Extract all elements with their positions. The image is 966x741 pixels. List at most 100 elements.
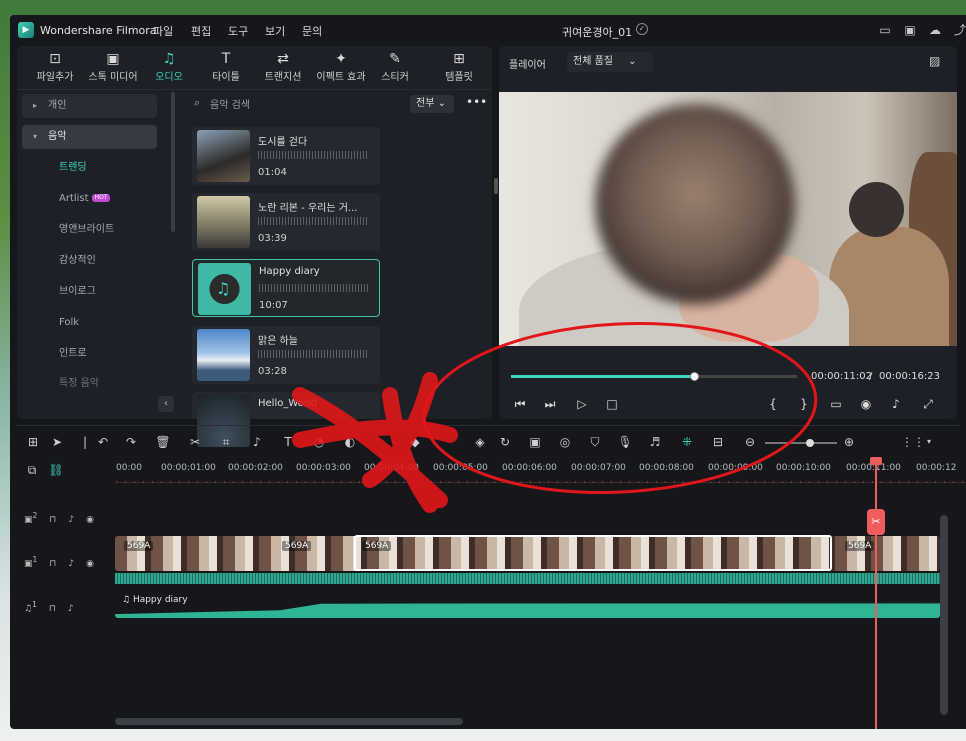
menu-view[interactable]: 보기 — [265, 23, 285, 39]
timeline-horizontal-scrollbar[interactable] — [115, 718, 463, 725]
render-preview-icon[interactable]: ⊟ — [710, 434, 726, 450]
tab-stock-media[interactable]: ▣ 스톡 미디어 — [81, 50, 145, 83]
tab-import[interactable]: ⊡ 파일추가 — [23, 50, 87, 83]
select-tool-icon[interactable]: ➤ — [49, 434, 65, 450]
prev-frame-icon[interactable]: ⏮ — [511, 397, 529, 412]
menu-help[interactable]: 문의 — [302, 23, 322, 39]
sidebar-item-artlist[interactable]: Artlist HOT — [22, 187, 157, 211]
next-frame-icon[interactable]: ⏭ — [541, 397, 559, 412]
audio-adjust-icon[interactable]: ♪ — [249, 434, 265, 450]
sidebar-item-folk[interactable]: Folk — [22, 311, 157, 335]
mark-out-icon[interactable]: } — [795, 397, 813, 411]
eye-icon[interactable]: ◉ — [86, 515, 94, 525]
music-clip[interactable] — [115, 602, 940, 618]
delete-icon[interactable]: 🗑 — [155, 434, 171, 450]
zoom-out-icon[interactable]: ⊖ — [742, 434, 758, 450]
lock-icon[interactable]: ⊓ — [49, 604, 56, 614]
sidebar-item-specific[interactable]: 특정 음악 — [22, 372, 157, 396]
music-list-scrollbar[interactable] — [494, 178, 498, 194]
tab-audio[interactable]: ♫ 오디오 — [137, 50, 201, 83]
save-icon[interactable]: ▣ — [903, 23, 917, 37]
zoom-slider[interactable] — [765, 439, 837, 447]
sidebar-item-young-bright[interactable]: 영앤브라이트 — [22, 218, 157, 242]
music-item-selected[interactable]: ♫ Happy diary 10:07 — [192, 259, 380, 317]
keyframe-icon[interactable]: ◆ — [407, 434, 423, 450]
playhead[interactable] — [875, 458, 877, 729]
tab-titles[interactable]: T 타이틀 — [194, 50, 258, 83]
motion-icon[interactable]: ↻ — [497, 434, 513, 450]
camera-snapshot-icon[interactable]: ◉ — [857, 397, 875, 411]
speed-icon[interactable]: ◔ — [311, 434, 327, 450]
hot-badge: HOT — [91, 194, 111, 202]
mask-icon[interactable]: ◈ — [472, 434, 488, 450]
sidebar-item-vlog[interactable]: 브이로그 — [22, 280, 157, 304]
sidebar-scrollbar[interactable] — [171, 92, 175, 232]
search-icon: ⌕ — [194, 96, 201, 109]
waveform — [259, 284, 369, 292]
sidebar-item-trending[interactable]: 트렌딩 — [22, 156, 157, 180]
audio-mute-icon[interactable]: ♪ — [68, 515, 74, 525]
audio-mute-icon[interactable]: ♪ — [68, 559, 74, 569]
play-icon[interactable]: ▷ — [573, 397, 591, 411]
color-icon[interactable]: ◐ — [342, 434, 358, 450]
cut-icon[interactable]: ✂ — [187, 434, 203, 450]
ruler-tick-label: 00:00:08:00 — [639, 463, 694, 473]
tab-templates[interactable]: ⊞ 템플릿 — [427, 50, 491, 83]
playhead-handle[interactable] — [870, 457, 882, 465]
link-icon[interactable]: ⛓ — [48, 462, 64, 478]
sidebar-item-personal[interactable]: ▸ 개인 — [22, 94, 157, 118]
snap-icon[interactable]: ⁜ — [679, 434, 695, 450]
crop-icon[interactable]: ⌗ — [218, 434, 234, 450]
tab-stickers[interactable]: ✎ 스티커 — [363, 50, 427, 83]
export-icon[interactable]: ⤴ — [953, 23, 966, 37]
more-options-icon[interactable]: ••• — [466, 95, 487, 109]
music-search-input[interactable] — [210, 95, 410, 115]
chevron-down-icon[interactable]: ▾ — [921, 434, 937, 450]
stop-icon[interactable]: □ — [603, 397, 621, 411]
grid-layout-icon[interactable]: ⊞ — [25, 434, 41, 450]
tab-transitions[interactable]: ⇄ 트랜지션 — [251, 50, 315, 83]
music-item[interactable]: 맑은 하늘 03:28 — [192, 326, 380, 384]
sidebar-item-music[interactable]: ▾ 음악 — [22, 125, 157, 149]
text-tool-icon[interactable]: T — [280, 434, 296, 450]
zoom-in-icon[interactable]: ⊕ — [841, 434, 857, 450]
redo-icon[interactable]: ↷ — [123, 434, 139, 450]
collapse-sidebar-button[interactable]: ‹ — [158, 396, 174, 412]
timeline-ruler[interactable]: 00:00 00:00:01:00 00:00:02:00 00:00:03:00 00… — [116, 459, 966, 483]
track-layout-icon[interactable]: ⋮⋮ — [901, 434, 925, 450]
progress-handle[interactable] — [690, 372, 700, 381]
display-icon[interactable]: ▭ — [827, 397, 845, 411]
eye-icon[interactable]: ◉ — [86, 559, 94, 569]
lock-icon[interactable]: ⊓ — [49, 559, 56, 569]
marker-icon[interactable]: ⛉ — [587, 434, 603, 450]
ai-tool-icon[interactable]: ◎ — [557, 434, 573, 450]
fullscreen-icon[interactable]: ⤢ — [919, 397, 937, 412]
stabilize-icon[interactable]: ▣ — [527, 434, 543, 450]
layout-icon[interactable]: ▭ — [878, 23, 892, 37]
mark-in-icon[interactable]: { — [764, 397, 782, 411]
music-item[interactable]: 도시를 걷다 01:04 — [192, 127, 380, 185]
undo-icon[interactable]: ↶ — [95, 434, 111, 450]
menu-edit[interactable]: 편집 — [191, 23, 211, 39]
playback-progress-bar[interactable] — [511, 372, 797, 381]
sidebar-item-sentimental[interactable]: 감상적인 — [22, 249, 157, 273]
snapshot-view-icon[interactable]: ▨ — [929, 54, 940, 68]
audio-mix-icon[interactable]: ♬ — [647, 434, 663, 450]
microphone-icon[interactable]: 🎙 — [617, 434, 633, 450]
music-item[interactable]: 노란 리본 - 우리는 거... 03:39 — [192, 193, 380, 251]
menu-tools[interactable]: 도구 — [228, 23, 248, 39]
menu-file[interactable]: 파일 — [153, 23, 173, 39]
cloud-icon[interactable]: ☁ — [928, 23, 942, 37]
quality-dropdown[interactable]: 전체 품질 ⌄ — [567, 52, 653, 72]
selected-clip[interactable] — [354, 535, 832, 571]
zoom-slider-handle[interactable] — [806, 439, 814, 447]
filter-dropdown[interactable]: 전부 ⌄ — [410, 95, 454, 113]
lock-icon[interactable]: ⊓ — [49, 515, 56, 525]
volume-icon[interactable]: ♪ — [887, 397, 905, 411]
sidebar-item-intro[interactable]: 인트로 — [22, 342, 157, 366]
timeline-vertical-scrollbar[interactable] — [940, 515, 948, 715]
music-item[interactable]: Hello_World — [192, 392, 380, 447]
add-track-icon[interactable]: ⧉ — [24, 462, 40, 478]
split-scissors-icon[interactable]: ✂ — [867, 509, 885, 535]
audio-mute-icon[interactable]: ♪ — [68, 604, 74, 614]
